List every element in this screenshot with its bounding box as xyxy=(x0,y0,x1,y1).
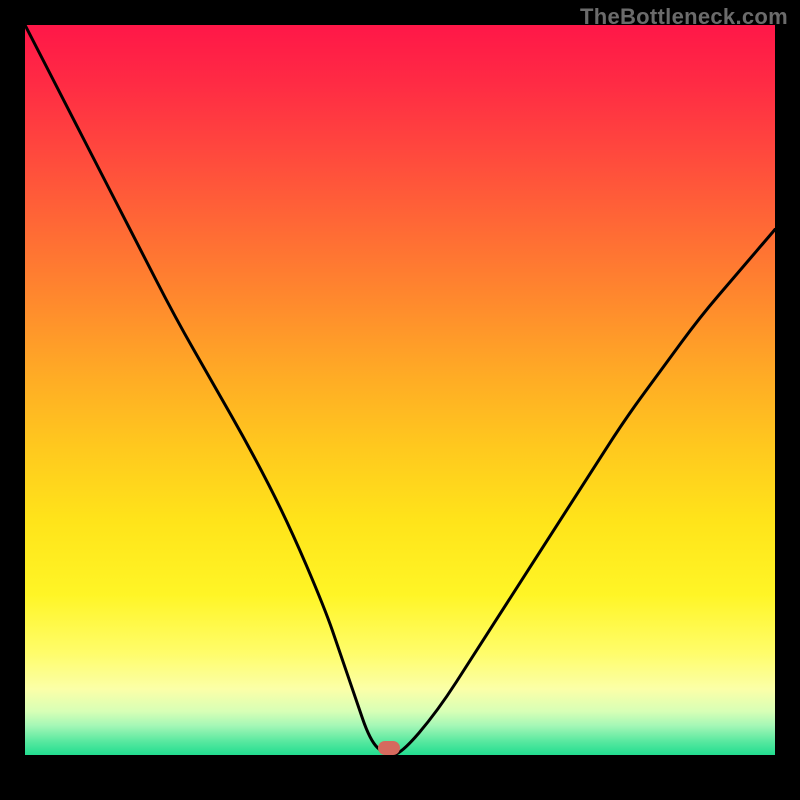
plot-area xyxy=(25,25,775,755)
bottleneck-curve xyxy=(25,25,775,755)
chart-frame: TheBottleneck.com xyxy=(0,0,800,800)
optimal-point-marker xyxy=(378,741,400,755)
watermark-text: TheBottleneck.com xyxy=(580,4,788,30)
